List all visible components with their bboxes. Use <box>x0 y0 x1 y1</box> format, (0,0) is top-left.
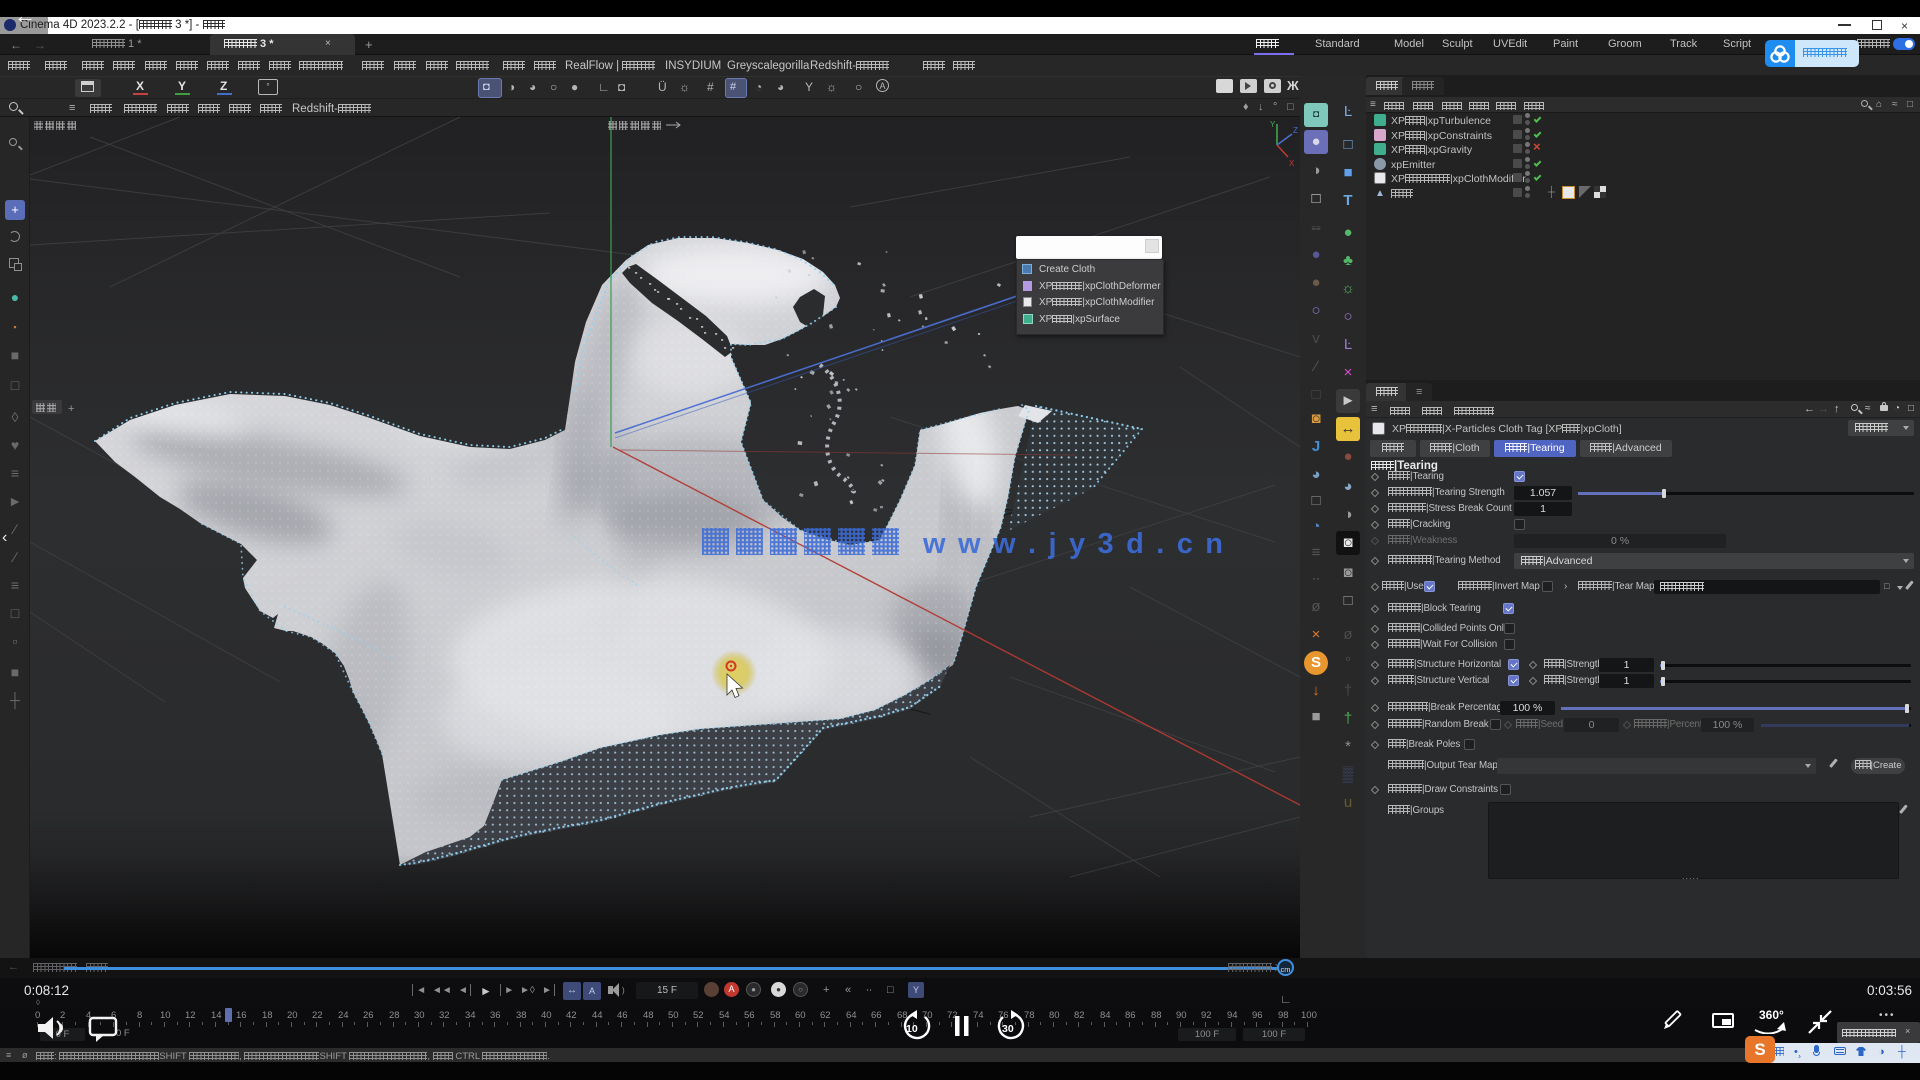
svg-text:30: 30 <box>1002 1023 1014 1035</box>
svg-text:X: X <box>1289 159 1295 168</box>
svg-text:10: 10 <box>906 1023 918 1035</box>
svg-text:+: + <box>68 403 74 415</box>
svg-text:Y: Y <box>1270 120 1276 129</box>
svg-text:Z: Z <box>1293 126 1298 135</box>
svg-text:w w w . j y 3 d . c n: w w w . j y 3 d . c n <box>922 528 1223 560</box>
